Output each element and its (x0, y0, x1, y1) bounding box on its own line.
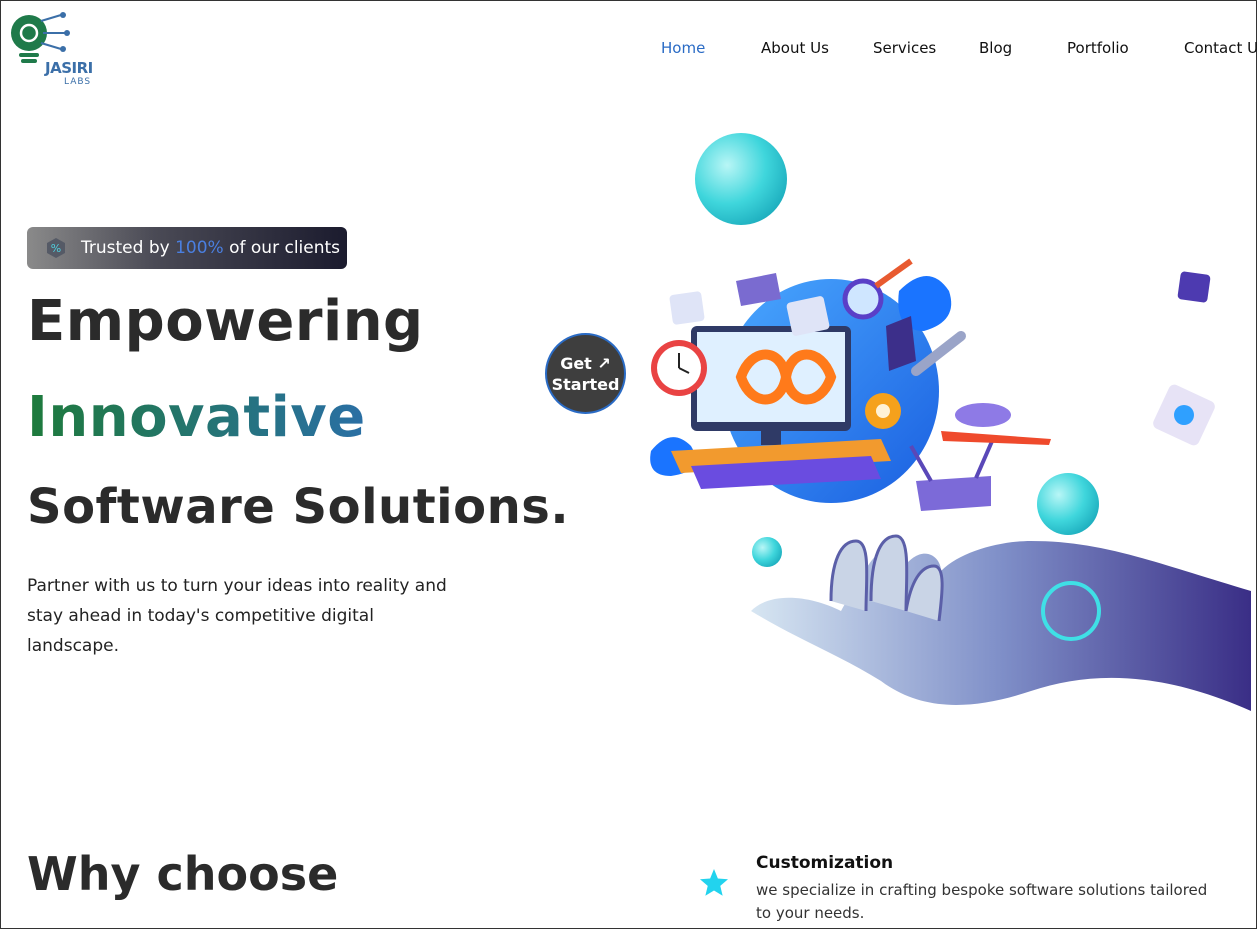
nav-contact-us[interactable]: Contact Us (1184, 39, 1257, 57)
badge-suffix: of our clients (229, 238, 341, 258)
hero-heading-line3: Software Solutions. (27, 479, 570, 535)
main-nav: Home About Us Services Blog Portfolio Co… (1, 39, 1257, 59)
nav-home[interactable]: Home (661, 39, 705, 57)
hero-illustration (650, 133, 1251, 711)
star-icon (700, 869, 728, 896)
svg-text:%: % (51, 242, 61, 255)
logo-wordmark: JASIRI (45, 59, 93, 77)
badge-highlight: 100% (175, 238, 224, 258)
arrow-up-right-icon: ↗ (597, 353, 611, 373)
nav-services[interactable]: Services (873, 39, 936, 57)
get-started-button[interactable]: Get ↗ Started (545, 333, 626, 414)
sphere-small (752, 537, 782, 567)
nav-portfolio[interactable]: Portfolio (1067, 39, 1129, 57)
percent-icon: % (47, 238, 65, 258)
hero-description: Partner with us to turn your ideas into … (27, 576, 447, 656)
nav-about-us[interactable]: About Us (761, 39, 829, 57)
hero-heading-line1: Empowering (27, 289, 424, 354)
feature-title: Customization (756, 853, 894, 873)
why-choose-heading: Why choose (27, 847, 339, 901)
badge-text: Trusted by 100% of our clients (81, 238, 340, 258)
logo-subtitle: LABS (64, 77, 92, 87)
hero-heading-line2: Innovative (27, 385, 366, 450)
badge-prefix: Trusted by (81, 238, 170, 258)
cta-line1: Get ↗ (560, 353, 611, 373)
cta-line2: Started (551, 374, 620, 394)
robot-hand (751, 541, 1251, 711)
trusted-badge: % Trusted by 100% of our clients (27, 227, 347, 269)
sphere-large (695, 133, 787, 225)
feature-description: we specialize in crafting bespoke softwa… (756, 881, 1208, 922)
nav-blog[interactable]: Blog (979, 39, 1012, 57)
sphere-medium (1037, 473, 1099, 535)
